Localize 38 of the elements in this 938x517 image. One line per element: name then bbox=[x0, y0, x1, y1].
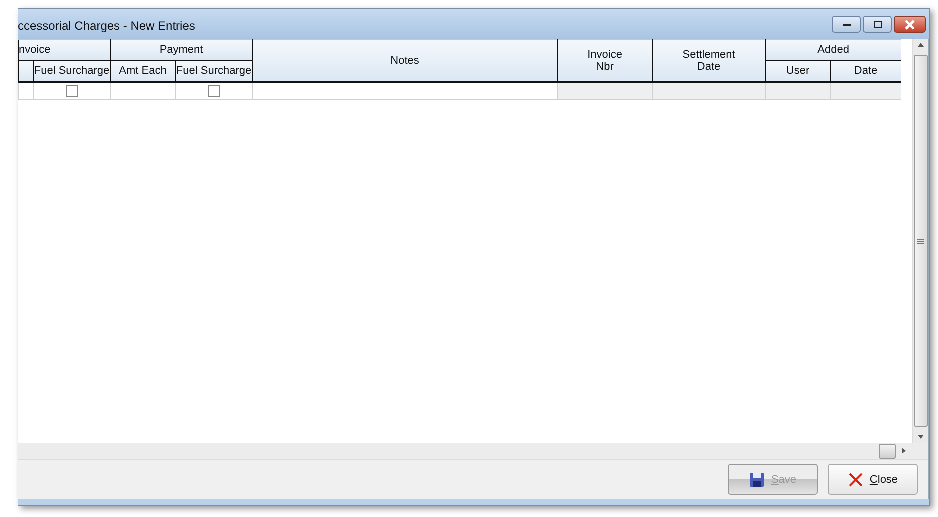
table-cell[interactable] bbox=[18, 82, 34, 100]
table-cell[interactable] bbox=[176, 82, 253, 100]
close-icon bbox=[905, 20, 915, 30]
column-header[interactable]: Date bbox=[830, 60, 901, 82]
horizontal-scrollbar[interactable] bbox=[18, 443, 928, 460]
column-header[interactable]: Settlement Date bbox=[652, 40, 766, 82]
table-cell[interactable] bbox=[830, 82, 901, 100]
window-title: ccessorial Charges - New Entries bbox=[18, 19, 196, 33]
scroll-up-icon[interactable] bbox=[918, 43, 924, 47]
table-cell[interactable] bbox=[558, 82, 653, 100]
scroll-right-icon[interactable] bbox=[902, 448, 906, 454]
close-button[interactable] bbox=[894, 16, 926, 33]
table-cell[interactable] bbox=[652, 82, 766, 100]
checkbox[interactable] bbox=[66, 85, 78, 98]
maximize-icon bbox=[874, 21, 882, 28]
maximize-button[interactable] bbox=[863, 16, 892, 33]
table-cell[interactable] bbox=[766, 82, 831, 100]
column-header[interactable]: Fuel Surcharge bbox=[176, 60, 253, 82]
table-cell[interactable] bbox=[252, 82, 558, 100]
close-button[interactable]: Close bbox=[828, 464, 918, 495]
column-header[interactable]: Payment bbox=[110, 40, 253, 60]
table-cell[interactable] bbox=[110, 82, 176, 100]
column-header[interactable]: User bbox=[766, 60, 831, 82]
x-icon bbox=[848, 472, 864, 488]
column-header[interactable]: Fuel Surcharge bbox=[34, 60, 111, 82]
scroll-thumb[interactable] bbox=[879, 444, 896, 458]
column-header[interactable]: Notes bbox=[252, 40, 558, 82]
column-header[interactable]: Invoice Nbr bbox=[558, 40, 653, 82]
column-header[interactable]: Added bbox=[766, 40, 901, 60]
table-cell[interactable] bbox=[34, 82, 111, 100]
column-header[interactable]: nvoice bbox=[18, 40, 111, 60]
minimize-icon bbox=[842, 24, 850, 26]
grip-icon bbox=[917, 238, 924, 244]
minimize-button[interactable] bbox=[832, 16, 861, 33]
checkbox[interactable] bbox=[208, 85, 220, 98]
scroll-down-icon[interactable] bbox=[918, 435, 924, 439]
column-header[interactable]: Amt Each bbox=[110, 60, 176, 82]
vertical-scrollbar[interactable] bbox=[912, 39, 928, 443]
